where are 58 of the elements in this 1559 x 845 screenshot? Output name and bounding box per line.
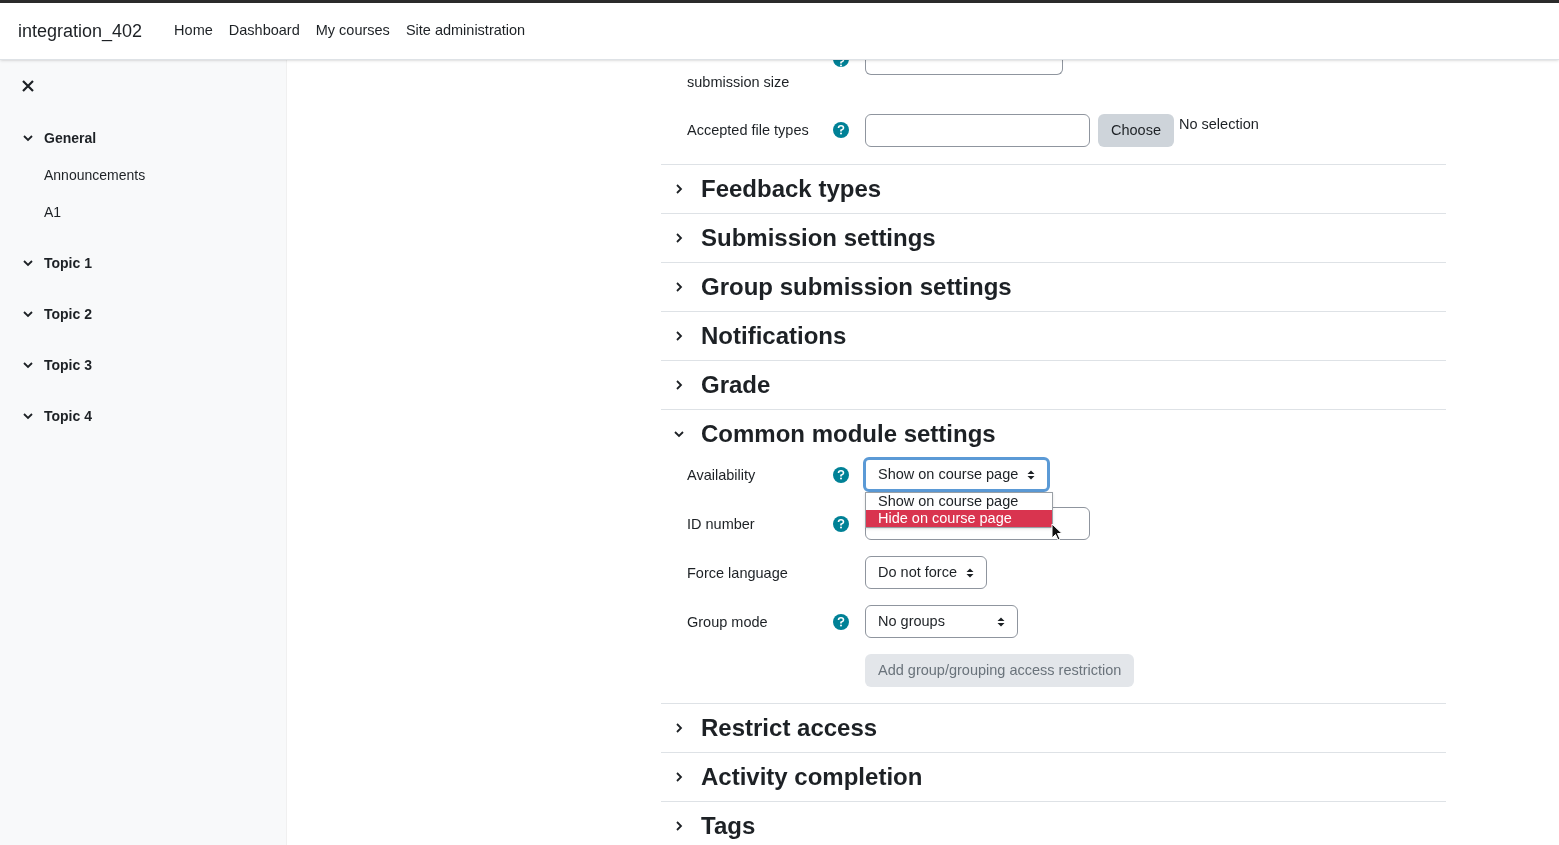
- select-field[interactable]: [865, 60, 1063, 75]
- sort-arrows-icon: [1027, 469, 1036, 480]
- collapse-chevron-icon[interactable]: [22, 132, 34, 144]
- section-heading[interactable]: Group submission settings: [701, 269, 1012, 305]
- select-field[interactable]: Show on course page: [863, 457, 1051, 492]
- nav-link[interactable]: Dashboard: [220, 20, 308, 42]
- select-field[interactable]: No groups: [865, 605, 1018, 638]
- collapse-chevron-icon[interactable]: [22, 410, 34, 422]
- collapse-chevron-icon[interactable]: [22, 308, 34, 320]
- choose-button[interactable]: Choose: [1098, 114, 1174, 147]
- field-label: Availability: [687, 466, 756, 483]
- section-heading[interactable]: Grade: [701, 367, 771, 403]
- expand-chevron-icon[interactable]: [673, 232, 685, 244]
- section-link[interactable]: Topic 4: [44, 405, 92, 427]
- section-heading[interactable]: Activity completion: [701, 759, 923, 795]
- selection-status: No selection: [1179, 115, 1259, 134]
- activity-link[interactable]: Announcements: [0, 163, 286, 187]
- collapse-chevron-icon[interactable]: [673, 428, 685, 440]
- field-label: ID number: [687, 515, 755, 532]
- expand-chevron-icon[interactable]: [673, 281, 685, 293]
- dropdown-option[interactable]: Hide on course page: [866, 510, 1052, 527]
- expand-chevron-icon[interactable]: [673, 820, 685, 832]
- section-heading[interactable]: Notifications: [701, 318, 847, 354]
- field-label: submission size: [687, 74, 790, 90]
- expand-chevron-icon[interactable]: [673, 330, 685, 342]
- section-heading[interactable]: Common module settings: [701, 416, 996, 452]
- section-heading[interactable]: Submission settings: [701, 220, 936, 256]
- help-icon[interactable]: [833, 613, 849, 630]
- nav-link[interactable]: Site administration: [397, 20, 534, 42]
- activity-link[interactable]: A1: [0, 200, 286, 224]
- sort-arrows-icon: [966, 567, 974, 578]
- nav-link[interactable]: My courses: [307, 20, 398, 42]
- section-heading[interactable]: Tags: [701, 808, 756, 844]
- field-label: Group mode: [687, 613, 768, 630]
- dropdown-option[interactable]: Show on course page: [866, 493, 1052, 510]
- close-icon[interactable]: [22, 79, 35, 92]
- help-icon[interactable]: [833, 466, 849, 483]
- section-heading[interactable]: Feedback types: [701, 171, 882, 207]
- field-label: Accepted file types: [687, 122, 809, 138]
- section-link[interactable]: Topic 1: [44, 252, 92, 274]
- expand-chevron-icon[interactable]: [673, 379, 685, 391]
- select-field[interactable]: Do not force: [865, 556, 987, 589]
- section-link[interactable]: General: [44, 127, 97, 149]
- section-heading[interactable]: Restrict access: [701, 710, 878, 746]
- expand-chevron-icon[interactable]: [673, 771, 685, 783]
- collapse-chevron-icon[interactable]: [22, 359, 34, 371]
- file-types-input[interactable]: [865, 114, 1090, 147]
- help-icon[interactable]: [833, 515, 849, 532]
- expand-chevron-icon[interactable]: [673, 183, 685, 195]
- field-label: Force language: [687, 564, 788, 581]
- section-link[interactable]: Topic 3: [44, 354, 92, 376]
- help-icon[interactable]: [833, 122, 849, 138]
- nav-link[interactable]: Home: [166, 20, 221, 42]
- expand-chevron-icon[interactable]: [673, 722, 685, 734]
- collapse-chevron-icon[interactable]: [22, 257, 34, 269]
- sort-arrows-icon: [997, 616, 1005, 627]
- section-link[interactable]: Topic 2: [44, 303, 92, 325]
- site-name-link[interactable]: integration_402: [18, 17, 143, 45]
